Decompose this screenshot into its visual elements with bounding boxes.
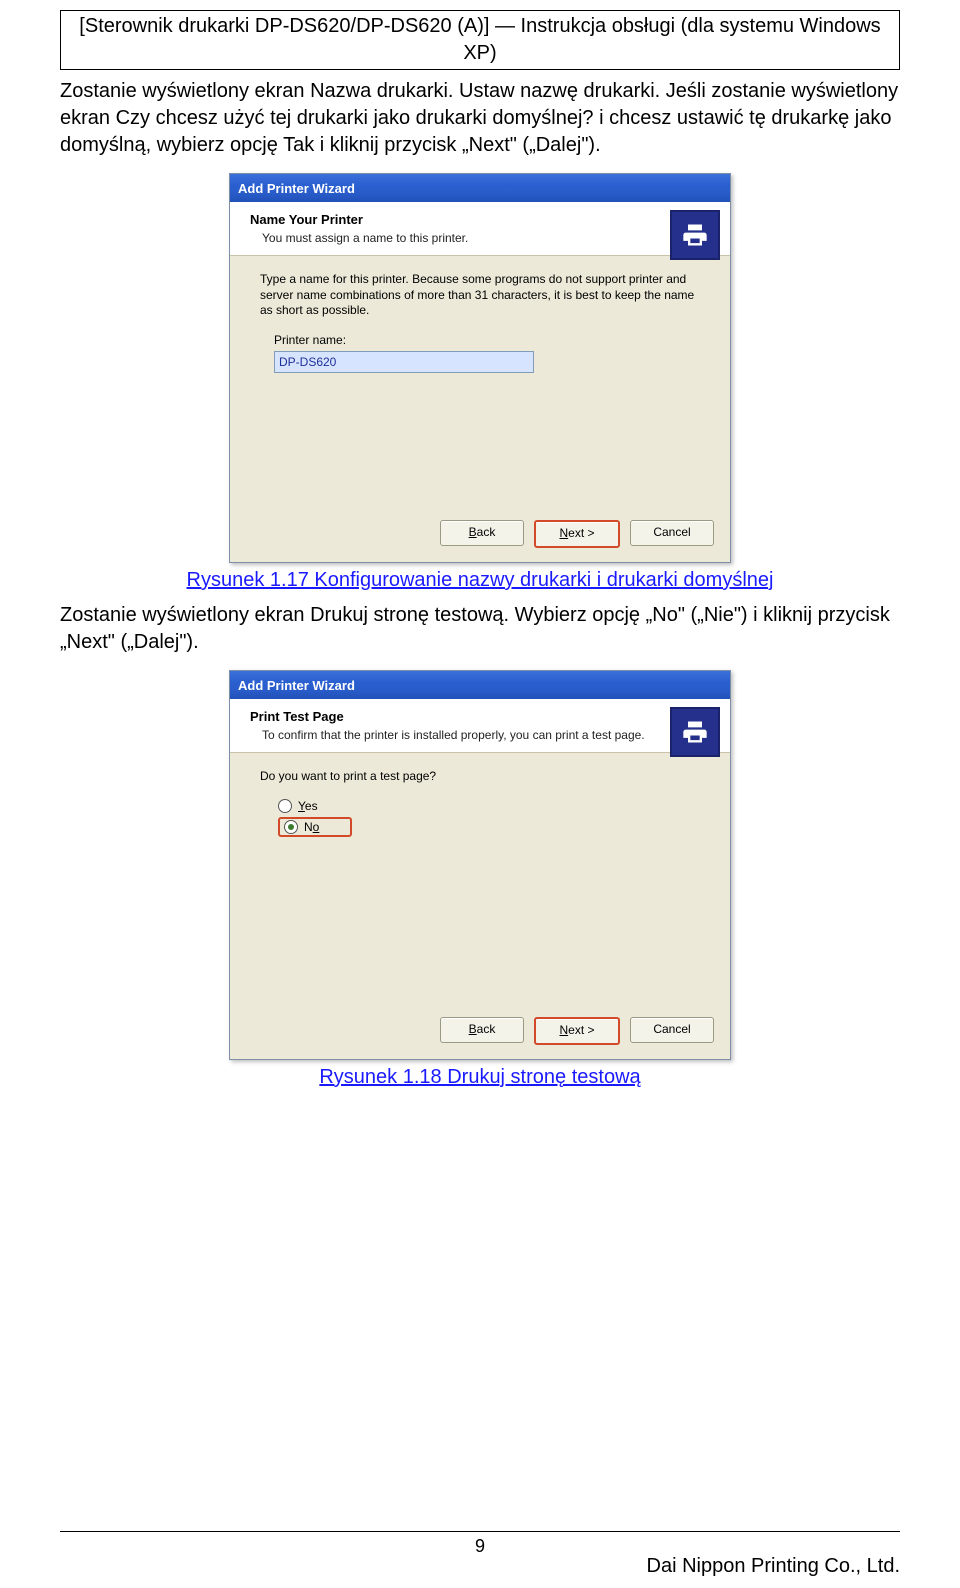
dialog-titlebar: Add Printer Wizard [230,671,730,699]
figure-1-18: Add Printer Wizard Print Test Page To co… [60,670,900,1089]
header-line1: [Sterownik drukarki DP-DS620/DP-DS620 (A… [79,15,880,37]
body-paragraph-1: Zostanie wyświetlony ekran Nazwa drukark… [60,78,900,159]
cancel-button[interactable]: Cancel [630,1017,714,1043]
printer-icon [670,210,720,260]
radio-icon [284,820,298,834]
figure-caption-1-17: Rysunek 1.17 Konfigurowanie nazwy drukar… [187,569,774,592]
dialog-subheading: To confirm that the printer is installed… [262,728,716,742]
next-button[interactable]: Next > [534,1017,620,1045]
cancel-button[interactable]: Cancel [630,520,714,546]
dialog-heading: Name Your Printer [250,212,716,227]
page-number: 9 [60,1536,900,1557]
dialog-header-band: Print Test Page To confirm that the prin… [230,699,730,753]
add-printer-dialog-name: Add Printer Wizard Name Your Printer You… [229,173,731,563]
printer-icon [670,707,720,757]
back-button[interactable]: Back [440,1017,524,1043]
body-paragraph-2: Zostanie wyświetlony ekran Drukuj stronę… [60,602,900,656]
footer-rule [60,1531,900,1532]
dialog-body: Do you want to print a test page? Yes No [230,753,730,1009]
add-printer-dialog-testpage: Add Printer Wizard Print Test Page To co… [229,670,731,1060]
header-line2: XP) [463,42,496,64]
dialog-title: Add Printer Wizard [238,181,355,196]
radio-yes[interactable]: Yes [278,799,700,813]
page-footer: 9 Dai Nippon Printing Co., Ltd. [60,1531,900,1578]
dialog-buttons: Back Next > Cancel [230,1009,730,1059]
radio-icon [278,799,292,813]
radio-no[interactable]: No [278,817,352,837]
dialog-heading: Print Test Page [250,709,716,724]
dialog-subheading: You must assign a name to this printer. [262,231,716,245]
figure-1-17: Add Printer Wizard Name Your Printer You… [60,173,900,592]
dialog-header-band: Name Your Printer You must assign a name… [230,202,730,256]
dialog-title: Add Printer Wizard [238,678,355,693]
printer-name-input[interactable] [274,351,534,373]
dialog-description: Type a name for this printer. Because so… [260,272,700,319]
figure-caption-1-18: Rysunek 1.18 Drukuj stronę testową [319,1066,640,1089]
dialog-titlebar: Add Printer Wizard [230,174,730,202]
footer-company: Dai Nippon Printing Co., Ltd. [60,1555,900,1578]
dialog-buttons: Back Next > Cancel [230,512,730,562]
next-button[interactable]: Next > [534,520,620,548]
back-button[interactable]: Back [440,520,524,546]
test-page-question: Do you want to print a test page? [260,769,700,785]
document-header: [Sterownik drukarki DP-DS620/DP-DS620 (A… [60,10,900,70]
dialog-body: Type a name for this printer. Because so… [230,256,730,512]
printer-name-label: Printer name: [274,333,700,347]
